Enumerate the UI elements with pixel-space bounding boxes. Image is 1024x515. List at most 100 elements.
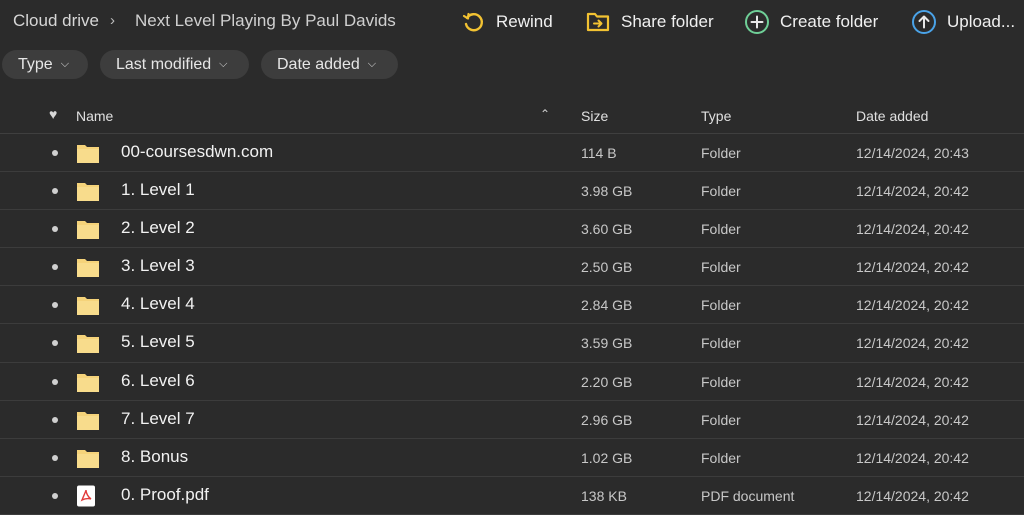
file-row[interactable]: 2. Level 2 3.60 GB Folder 12/14/2024, 20:42 — [0, 210, 1024, 249]
rewind-icon — [460, 9, 486, 35]
file-type: Folder — [701, 373, 741, 390]
file-date-added: 12/14/2024, 20:42 — [856, 449, 969, 466]
file-type: Folder — [701, 449, 741, 466]
file-name[interactable]: 3. Level 3 — [121, 256, 195, 276]
file-size: 2.20 GB — [581, 373, 633, 390]
file-type: Folder — [701, 335, 741, 352]
column-header-name[interactable]: Name — [76, 108, 113, 124]
folder-icon — [76, 371, 100, 393]
file-name[interactable]: 8. Bonus — [121, 447, 188, 467]
file-type: Folder — [701, 145, 741, 161]
create-folder-label: Create folder — [780, 12, 879, 31]
folder-icon — [76, 218, 100, 240]
share-folder-button[interactable]: Share folder — [585, 8, 714, 36]
bullet-icon — [52, 378, 58, 385]
file-row[interactable]: 1. Level 1 3.98 GB Folder 12/14/2024, 20:42 — [0, 172, 1024, 211]
upload-icon — [911, 9, 937, 35]
file-name[interactable]: 5. Level 5 — [121, 332, 195, 352]
file-date-added: 12/14/2024, 20:42 — [856, 259, 969, 276]
file-name[interactable]: 1. Level 1 — [121, 180, 195, 200]
column-header-type[interactable]: Type — [701, 108, 731, 124]
plus-circle-icon — [744, 9, 770, 35]
bullet-icon — [52, 416, 58, 423]
file-date-added: 12/14/2024, 20:42 — [856, 487, 969, 504]
file-date-added: 12/14/2024, 20:42 — [856, 221, 969, 238]
rewind-button[interactable]: Rewind — [460, 8, 553, 36]
rewind-label: Rewind — [496, 12, 553, 31]
file-row[interactable]: 8. Bonus 1.02 GB Folder 12/14/2024, 20:42 — [0, 439, 1024, 477]
file-date-added: 12/14/2024, 20:42 — [856, 183, 969, 200]
type-filter-dropdown[interactable]: Type ⌵ — [2, 50, 88, 79]
create-folder-button[interactable]: Create folder — [744, 8, 878, 36]
share-folder-label: Share folder — [621, 12, 714, 31]
file-type: Folder — [701, 259, 741, 276]
breadcrumb-current: Next Level Playing By Paul Davids — [135, 11, 396, 30]
file-size: 138 KB — [581, 487, 627, 504]
file-row[interactable]: 4. Level 4 2.84 GB Folder 12/14/2024, 20:42 — [0, 286, 1024, 325]
bullet-icon — [52, 340, 58, 347]
file-type: Folder — [701, 411, 741, 428]
file-size: 3.59 GB — [581, 335, 633, 352]
file-date-added: 12/14/2024, 20:42 — [856, 411, 969, 428]
bullet-icon — [52, 454, 58, 461]
last-modified-filter-dropdown[interactable]: Last modified ⌵ — [100, 50, 249, 79]
file-row[interactable]: 0. Proof.pdf 138 KB PDF document 12/14/2024… — [0, 477, 1024, 515]
file-date-added: 12/14/2024, 20:42 — [856, 373, 969, 390]
file-type: Folder — [701, 297, 741, 314]
bullet-icon — [52, 264, 58, 271]
file-row[interactable]: 7. Level 7 2.96 GB Folder 12/14/2024, 20:42 — [0, 401, 1024, 439]
folder-icon — [76, 294, 100, 316]
file-row[interactable]: 6. Level 6 2.20 GB Folder 12/14/2024, 20:42 — [0, 363, 1024, 401]
folder-icon — [76, 256, 100, 278]
file-size: 2.96 GB — [581, 411, 633, 428]
folder-icon — [76, 142, 100, 164]
file-size: 3.98 GB — [581, 183, 633, 200]
folder-icon — [76, 447, 100, 469]
type-filter-label: Type — [18, 55, 53, 73]
file-name[interactable]: 4. Level 4 — [121, 294, 195, 314]
folder-icon — [76, 180, 100, 202]
heart-icon[interactable]: ♥ — [49, 106, 57, 122]
file-date-added: 12/14/2024, 20:42 — [856, 297, 969, 314]
file-type: Folder — [701, 183, 741, 200]
file-name[interactable]: 0. Proof.pdf — [121, 485, 209, 505]
file-name[interactable]: 00-coursesdwn.com — [121, 142, 273, 162]
breadcrumb-root[interactable]: Cloud drive — [13, 11, 99, 31]
file-name[interactable]: 6. Level 6 — [121, 371, 195, 391]
file-date-added: 12/14/2024, 20:42 — [856, 335, 969, 352]
pdf-file-icon — [76, 485, 100, 507]
folder-icon — [76, 332, 100, 354]
file-row[interactable]: 00-coursesdwn.com 114 B Folder 12/14/2024, … — [0, 134, 1024, 173]
file-name[interactable]: 2. Level 2 — [121, 218, 195, 238]
bullet-icon — [52, 492, 58, 499]
table-header: ♥ Name ⌃ Size Type Date added — [0, 96, 1024, 134]
file-list: 00-coursesdwn.com 114 B Folder 12/14/2024, … — [0, 134, 1024, 515]
top-bar: Cloud drive › Next Level Playing By Paul… — [0, 0, 1024, 42]
file-name[interactable]: 7. Level 7 — [121, 409, 195, 429]
file-date-added: 12/14/2024, 20:43 — [856, 145, 969, 161]
file-row[interactable]: 3. Level 3 2.50 GB Folder 12/14/2024, 20:42 — [0, 248, 1024, 287]
breadcrumb-separator: › — [110, 12, 115, 29]
date-added-filter-label: Date added — [277, 55, 360, 73]
column-header-date-added[interactable]: Date added — [856, 108, 928, 124]
last-modified-filter-label: Last modified — [116, 55, 212, 73]
chevron-down-icon: ⌵ — [60, 58, 70, 70]
file-size: 2.84 GB — [581, 297, 633, 314]
bullet-icon — [52, 150, 58, 156]
upload-label: Upload... — [947, 12, 1016, 31]
upload-button[interactable]: Upload... — [911, 8, 1015, 36]
file-type: Folder — [701, 221, 741, 238]
column-header-size[interactable]: Size — [581, 108, 608, 124]
folder-icon — [76, 409, 100, 431]
date-added-filter-dropdown[interactable]: Date added ⌵ — [261, 50, 398, 79]
chevron-down-icon: ⌵ — [219, 58, 228, 70]
file-row[interactable]: 5. Level 5 3.59 GB Folder 12/14/2024, 20:42 — [0, 324, 1024, 363]
chevron-down-icon: ⌵ — [367, 58, 377, 70]
file-size: 114 B — [581, 145, 617, 161]
sort-ascending-icon[interactable]: ⌃ — [540, 107, 550, 121]
bullet-icon — [52, 302, 58, 309]
file-size: 2.50 GB — [581, 259, 633, 276]
share-folder-icon — [585, 9, 611, 35]
bullet-icon — [52, 188, 58, 195]
file-size: 1.02 GB — [581, 449, 633, 466]
